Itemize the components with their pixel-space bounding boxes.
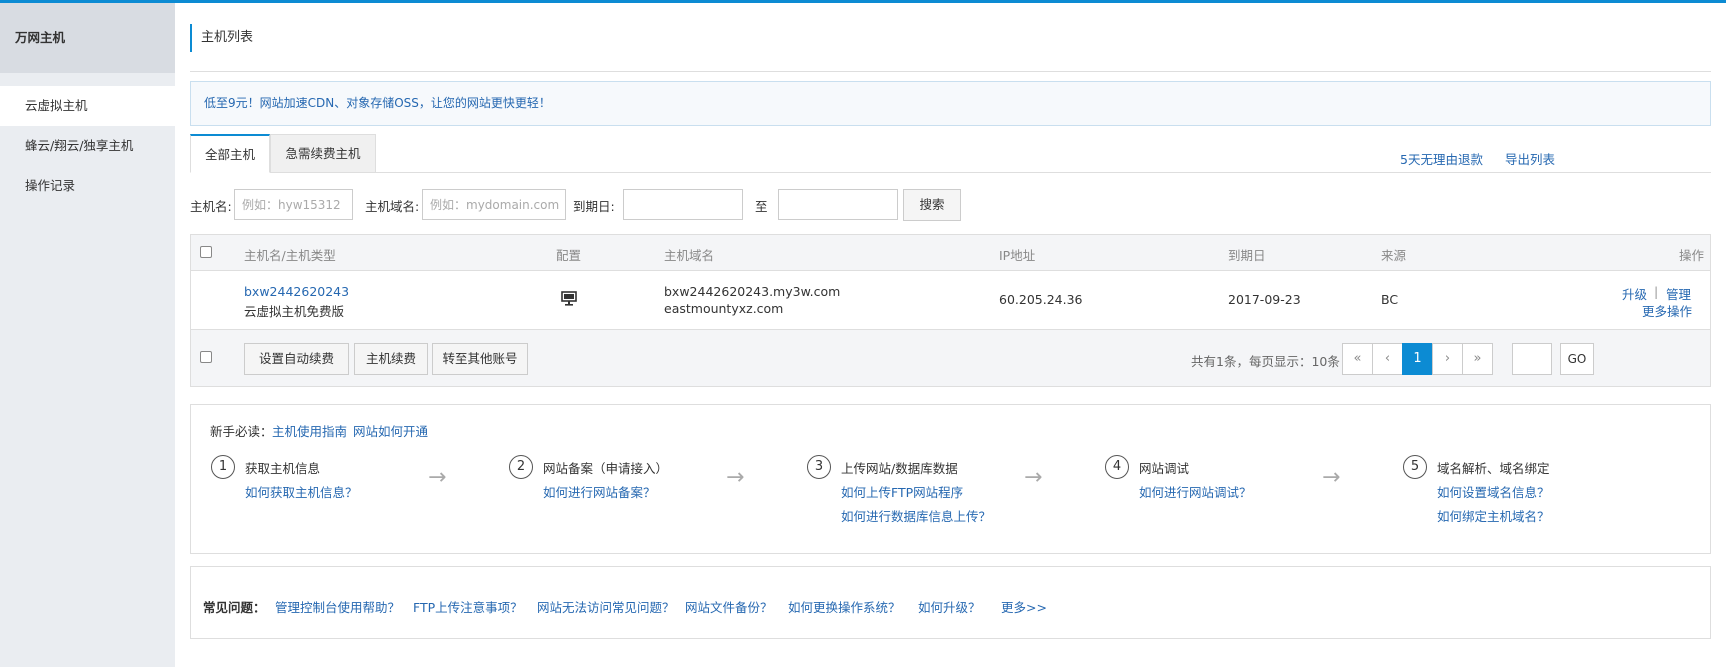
footer-select-checkbox[interactable] [200, 351, 212, 363]
faq-link[interactable]: 如何升级？ [918, 597, 981, 616]
faq-link[interactable]: 网站文件备份？ [685, 597, 773, 616]
to-label: 至 [755, 199, 768, 214]
tab-all-hosts[interactable]: 全部主机 [190, 134, 270, 173]
step-link[interactable]: 如何进行网站备案？ [543, 482, 656, 501]
tabs-divider [190, 172, 1711, 173]
faq-link[interactable]: 网站无法访问常见问题？ [537, 597, 675, 616]
step-title: 网站备案（申请接入） [543, 461, 669, 476]
bound-domain: eastmountyxz.com [664, 301, 784, 316]
page-first-button[interactable]: « [1342, 343, 1373, 375]
source: BC [1381, 292, 1399, 307]
expire-date: 2017-09-23 [1228, 292, 1301, 307]
arrow-right-icon: → [1024, 465, 1043, 490]
expire-start-input[interactable] [623, 189, 743, 220]
transfer-account-button[interactable]: 转至其他账号 [432, 343, 528, 375]
tab-renewal-hosts[interactable]: 急需续费主机 [270, 134, 376, 173]
refund-link[interactable]: 5天无理由退款 [1400, 149, 1483, 168]
page-jump-input[interactable] [1512, 343, 1552, 375]
step-link[interactable]: 如何获取主机信息？ [245, 482, 358, 501]
step-number: 5 [1403, 455, 1427, 479]
step-link[interactable]: 如何设置域名信息？ [1437, 482, 1550, 501]
domain-label: 主机域名: [365, 199, 420, 214]
page-prev-button[interactable]: ‹ [1372, 343, 1403, 375]
sidebar-item-dedicated-host[interactable]: 蜂云/翔云/独享主机 [0, 126, 175, 166]
faq-link[interactable]: 如何更换操作系统？ [788, 597, 901, 616]
pagination-summary: 共有1条，每页显示：10条 [1191, 354, 1340, 369]
sidebar-item-operation-log[interactable]: 操作记录 [0, 166, 175, 206]
column-header: 来源 [1381, 248, 1407, 263]
page-last-button[interactable]: » [1462, 343, 1493, 375]
ip-address: 60.205.24.36 [999, 292, 1083, 307]
more-actions-link[interactable]: 更多操作 [1642, 301, 1692, 320]
host-name-link[interactable]: bxw2442620243 [244, 284, 349, 299]
step-link[interactable]: 如何进行网站调试？ [1139, 482, 1252, 501]
step-title: 获取主机信息 [245, 461, 321, 476]
step-title: 上传网站/数据库数据 [841, 461, 958, 476]
host-name-label: 主机名: [190, 199, 232, 214]
renew-host-button[interactable]: 主机续费 [354, 343, 428, 375]
column-header: 配置 [556, 248, 582, 263]
sidebar: 万网主机 云虚拟主机 蜂云/翔云/独享主机 操作记录 [0, 3, 175, 667]
faq-box: 常见问题： 管理控制台使用帮助？ FTP上传注意事项？ 网站无法访问常见问题？ … [190, 566, 1711, 639]
divider [190, 71, 1711, 72]
page-go-button[interactable]: GO [1560, 343, 1594, 375]
page-next-button[interactable]: › [1432, 343, 1463, 375]
guide-link-usage[interactable]: 主机使用指南 [272, 421, 347, 440]
faq-more-link[interactable]: 更多>> [1001, 597, 1047, 616]
host-domain: bxw2442620243.my3w.com [664, 284, 841, 299]
step-number: 4 [1105, 455, 1129, 479]
table-row: bxw2442620243 云虚拟主机免费版 bxw2442620243.my3… [191, 271, 1710, 329]
sidebar-title: 万网主机 [0, 3, 175, 73]
table-header: 主机名/主机类型 配置 主机域名 IP地址 到期日 来源 操作 [191, 235, 1710, 271]
column-header: 主机域名 [664, 248, 715, 263]
guide-prefix: 新手必读： [210, 424, 273, 439]
monitor-icon[interactable] [561, 291, 577, 309]
step-link[interactable]: 如何进行数据库信息上传？ [841, 506, 991, 525]
expire-label: 到期日: [573, 199, 615, 214]
faq-link[interactable]: 管理控制台使用帮助？ [275, 597, 400, 616]
select-all-checkbox[interactable] [200, 246, 212, 258]
auto-renew-button[interactable]: 设置自动续费 [244, 343, 349, 375]
search-button[interactable]: 搜索 [903, 189, 961, 221]
domain-input[interactable] [422, 189, 566, 220]
table-footer: 设置自动续费 主机续费 转至其他账号 共有1条，每页显示：10条 « ‹ 1 ›… [191, 329, 1710, 386]
faq-label: 常见问题： [203, 600, 266, 615]
promo-notice[interactable]: 低至9元！网站加速CDN、对象存储OSS，让您的网站更快更轻！ [190, 81, 1711, 126]
column-header: 操作 [1679, 248, 1705, 263]
main-content: 主机列表 低至9元！网站加速CDN、对象存储OSS，让您的网站更快更轻！ 全部主… [175, 3, 1726, 667]
step-link[interactable]: 如何绑定主机域名？ [1437, 506, 1550, 525]
arrow-right-icon: → [1322, 465, 1341, 490]
action-separator: | [1654, 284, 1659, 299]
column-header: 到期日 [1228, 248, 1266, 263]
host-name-input[interactable] [234, 189, 353, 220]
column-header: IP地址 [999, 248, 1036, 263]
page-current-button[interactable]: 1 [1402, 343, 1433, 375]
page-title: 主机列表 [190, 24, 253, 52]
expire-end-input[interactable] [778, 189, 898, 220]
column-header: 主机名/主机类型 [244, 248, 336, 263]
sidebar-item-cloud-host[interactable]: 云虚拟主机 [0, 86, 175, 126]
arrow-right-icon: → [428, 465, 447, 490]
beginner-guide: 新手必读： 主机使用指南 网站如何开通 1 获取主机信息 如何获取主机信息？ →… [190, 404, 1711, 554]
host-table: 主机名/主机类型 配置 主机域名 IP地址 到期日 来源 操作 bxw24426… [190, 234, 1711, 387]
host-type: 云虚拟主机免费版 [244, 304, 345, 319]
guide-link-open-site[interactable]: 网站如何开通 [353, 421, 428, 440]
arrow-right-icon: → [726, 465, 745, 490]
export-list-link[interactable]: 导出列表 [1505, 149, 1555, 168]
step-link[interactable]: 如何上传FTP网站程序 [841, 482, 963, 501]
faq-link[interactable]: FTP上传注意事项？ [413, 597, 523, 616]
step-number: 3 [807, 455, 831, 479]
step-number: 2 [509, 455, 533, 479]
step-title: 域名解析、域名绑定 [1437, 461, 1550, 476]
step-title: 网站调试 [1139, 461, 1190, 476]
step-number: 1 [211, 455, 235, 479]
